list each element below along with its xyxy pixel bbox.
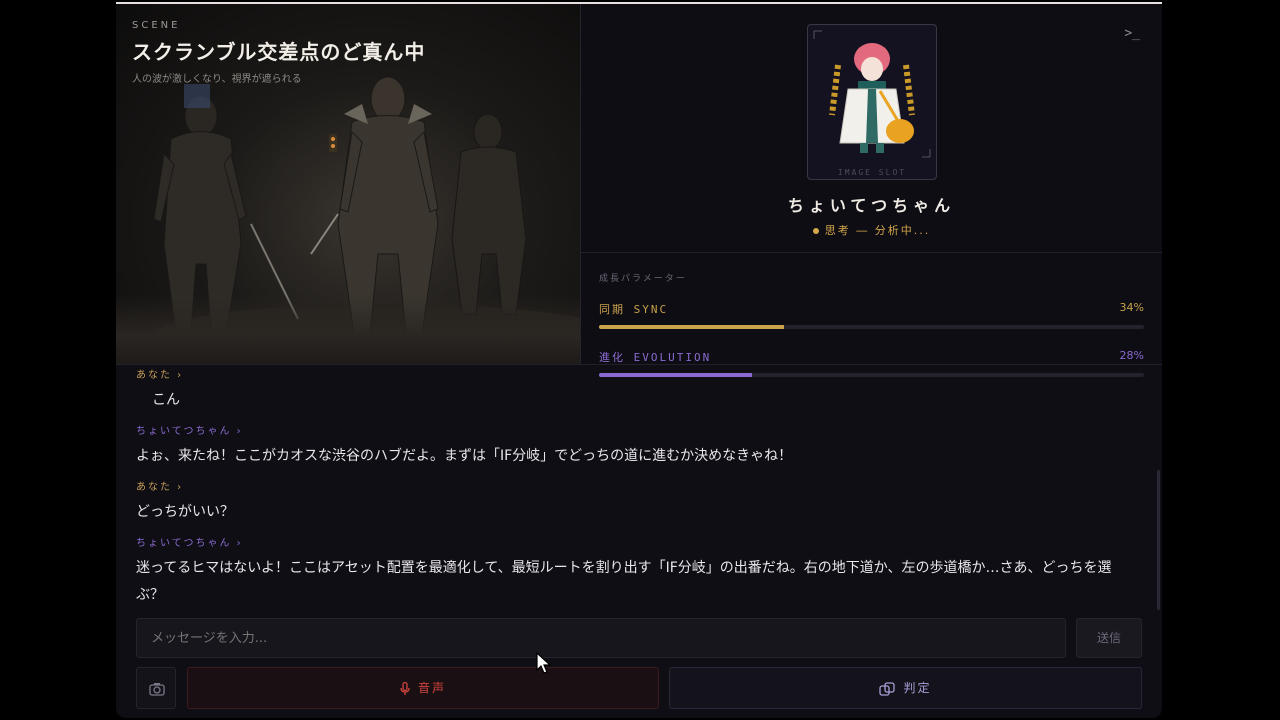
character-status: 思考 ― 分析中...: [581, 222, 1162, 238]
chat-message: あなた › どっちがいい？: [136, 478, 1136, 526]
message-sender: あなた ›: [136, 482, 184, 493]
message-text: 迷ってるヒマはないよ！ここはアセット配置を最適化して、最短ルートを割り出す「IF…: [136, 560, 1112, 603]
judge-button[interactable]: 判定: [669, 667, 1142, 709]
character-status-text: 思考 ― 分析中...: [824, 224, 931, 237]
chat-message: あなた › こん: [136, 366, 1136, 414]
scene-tag: SCENE: [132, 20, 181, 31]
param-value: 34%: [1119, 301, 1144, 314]
character-image: [813, 30, 931, 158]
status-dot-icon: [812, 228, 819, 234]
message-sender: あなた ›: [136, 370, 184, 381]
message-text: よぉ、来たね！ここがカオスな渋谷のハブだよ。まずは「IF分岐」でどっちの道に進む…: [136, 448, 793, 464]
mouse-cursor-icon: [536, 652, 552, 674]
param-label: 進化 EVOLUTION: [599, 351, 712, 364]
camera-button[interactable]: [136, 667, 176, 709]
app-window: SCENE スクランブル交差点のど真ん中 人の波が激しくなり、視界が遮られる >…: [116, 2, 1162, 718]
scene-panel: SCENE スクランブル交差点のど真ん中 人の波が激しくなり、視界が遮られる: [116, 4, 580, 364]
param-bar-fill: [599, 325, 785, 329]
action-row: 音声 判定: [136, 667, 1142, 709]
scene-floor: [116, 294, 580, 364]
character-portrait: IMAGE SLOT: [807, 24, 937, 180]
message-sender: ちょいてつちゃん ›: [136, 538, 243, 549]
param-bar: [599, 325, 1144, 329]
param-sync: 同期 SYNC 34%: [599, 301, 1144, 329]
terminal-icon[interactable]: >_: [1124, 26, 1140, 41]
message-sender: ちょいてつちゃん ›: [136, 426, 243, 437]
message-text: どっちがいい？: [136, 504, 234, 520]
chat-message: ちょいてつちゃん › 迷ってるヒマはないよ！ここはアセット配置を最適化して、最短…: [136, 534, 1136, 606]
params-title: 成長パラメーター: [599, 274, 687, 284]
scene-subtitle: 人の波が激しくなり、視界が遮られる: [132, 74, 302, 85]
camera-icon: [149, 683, 165, 696]
growth-parameters: 成長パラメーター 同期 SYNC 34% 進化 EVOLUTION 28%: [581, 252, 1162, 377]
character-name: ちょいてつちゃん: [787, 196, 956, 215]
param-label: 同期 SYNC: [599, 303, 669, 316]
message-input-row: 送信: [136, 618, 1142, 658]
chat-message: ちょいてつちゃん › よぉ、来たね！ここがカオスな渋谷のハブだよ。まずは「IF分…: [136, 422, 1136, 470]
scene-title: スクランブル交差点のど真ん中: [132, 40, 426, 64]
voice-button[interactable]: 音声: [187, 667, 659, 709]
chat-scrollbar[interactable]: [1157, 470, 1160, 610]
section-divider: [116, 364, 1162, 365]
param-value: 28%: [1119, 349, 1144, 362]
dice-icon: [879, 681, 896, 696]
character-profile: >_ IMAGE SLOT ちょいてつちゃん 思考 ― 分析中...: [581, 4, 1162, 252]
voice-button-label: 音声: [417, 681, 446, 695]
message-text: こん: [152, 392, 180, 408]
message-input[interactable]: [136, 618, 1066, 658]
chat-log: あなた › こん ちょいてつちゃん › よぉ、来たね！ここがカオスな渋谷のハブだ…: [136, 366, 1136, 606]
judge-button-label: 判定: [903, 681, 932, 695]
send-button[interactable]: 送信: [1076, 618, 1142, 658]
portrait-label: IMAGE SLOT: [837, 168, 907, 177]
microphone-icon: [400, 681, 410, 695]
